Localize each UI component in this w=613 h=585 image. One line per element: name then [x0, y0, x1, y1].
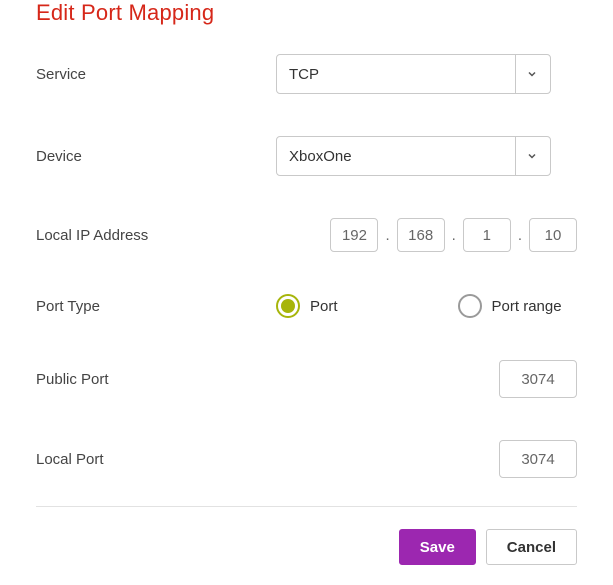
public-port-label: Public Port: [36, 371, 276, 388]
port-type-radio-port[interactable]: Port: [276, 294, 338, 318]
ip-dot: .: [517, 227, 523, 244]
device-select-value: XboxOne: [289, 148, 507, 165]
local-ip-label: Local IP Address: [36, 227, 276, 244]
chevron-down-icon: [526, 150, 538, 162]
ip-dot: .: [384, 227, 390, 244]
select-divider: [515, 137, 516, 175]
select-divider: [515, 55, 516, 93]
cancel-button[interactable]: Cancel: [486, 529, 577, 565]
ip-octet-2[interactable]: [397, 218, 445, 252]
chevron-down-icon: [526, 68, 538, 80]
port-type-row: Port Type Port Port range: [36, 294, 577, 318]
local-ip-row: Local IP Address . . .: [36, 218, 577, 252]
local-port-label: Local Port: [36, 451, 276, 468]
device-row: Device XboxOne: [36, 136, 577, 176]
divider: [36, 506, 577, 507]
port-type-radio-port-range[interactable]: Port range: [458, 294, 562, 318]
local-port-input[interactable]: [499, 440, 577, 478]
radio-dot-icon: [281, 299, 295, 313]
ip-octet-3[interactable]: [463, 218, 511, 252]
service-select-value: TCP: [289, 66, 507, 83]
port-type-radio-group: Port Port range: [276, 294, 577, 318]
radio-label: Port: [310, 298, 338, 315]
ip-group: . . .: [330, 218, 577, 252]
radio-circle-icon: [276, 294, 300, 318]
ip-dot: .: [451, 227, 457, 244]
radio-label: Port range: [492, 298, 562, 315]
public-port-row: Public Port: [36, 360, 577, 398]
service-row: Service TCP: [36, 54, 577, 94]
save-button[interactable]: Save: [399, 529, 476, 565]
device-select[interactable]: XboxOne: [276, 136, 551, 176]
local-port-row: Local Port: [36, 440, 577, 478]
public-port-input[interactable]: [499, 360, 577, 398]
service-select[interactable]: TCP: [276, 54, 551, 94]
ip-octet-1[interactable]: [330, 218, 378, 252]
port-type-label: Port Type: [36, 298, 276, 315]
page-title: Edit Port Mapping: [36, 0, 577, 26]
actions: Save Cancel: [36, 529, 577, 565]
ip-octet-4[interactable]: [529, 218, 577, 252]
radio-circle-icon: [458, 294, 482, 318]
device-label: Device: [36, 148, 276, 165]
service-label: Service: [36, 66, 276, 83]
